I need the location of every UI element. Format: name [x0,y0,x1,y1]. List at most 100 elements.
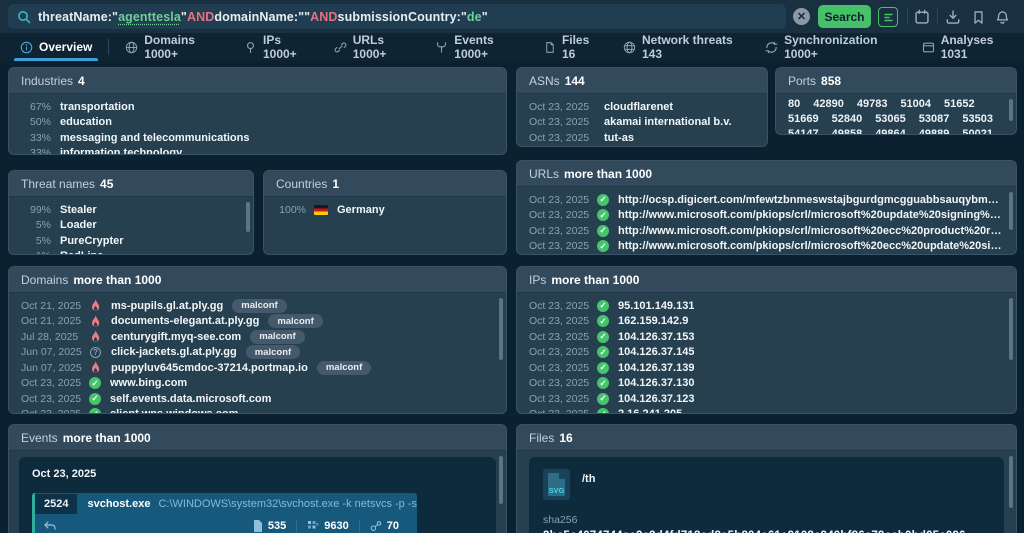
port-value[interactable]: 51669 [788,113,819,125]
scrollbar[interactable] [499,298,503,360]
ioc-row[interactable]: Jul 28, 2025 centurygift.myq-see.com mal… [9,329,506,345]
port-value[interactable]: 49889 [919,128,950,135]
item-date: Oct 23, 2025 [529,116,595,128]
port-value[interactable]: 53087 [919,113,950,125]
files-counter[interactable]: 535 [243,520,296,532]
ports-card: Ports858 80 42890 49783 51004 51652 5166… [775,67,1017,135]
ports-list: 80 42890 49783 51004 51652 51669 52840 5… [776,94,1016,135]
process-row[interactable]: 2524 svchost.exe C:\WINDOWS\system32\svc… [32,493,417,533]
tab-ips[interactable]: IPs 1000+ [232,33,322,61]
query-token: domainName:"" [214,10,310,24]
list-item[interactable]: 33% messaging and telecommunications [9,130,506,146]
port-value[interactable]: 50021 [962,128,993,135]
port-value[interactable]: 49864 [875,128,906,135]
query-history-icon[interactable] [878,7,898,27]
port-value[interactable]: 52840 [832,113,863,125]
ioc-row[interactable]: Oct 23, 2025 ✓ http://www.microsoft.com/… [517,208,1016,224]
list-item[interactable]: 33% information technology [9,146,506,156]
ioc-row[interactable]: Jun 07, 2025 ? click-jackets.gl.at.ply.g… [9,345,506,361]
port-value[interactable]: 42890 [813,98,844,110]
threat-names-card-header: Threat names45 [9,171,253,197]
list-item[interactable]: 5% PureCrypter [9,233,253,249]
tab-analyses[interactable]: Analyses 1031 [910,33,1024,61]
bell-icon[interactable] [993,8,1011,26]
ioc-row[interactable]: Oct 23, 2025 ✓ self.events.data.microsof… [9,391,506,407]
tab-events[interactable]: Events 1000+ [423,33,532,61]
port-value[interactable]: 51004 [900,98,931,110]
ioc-row[interactable]: Oct 23, 2025 ✓ http://www.microsoft.com/… [517,239,1016,255]
list-item[interactable]: Oct 23, 2025 akamai international b.v. [517,115,767,131]
scrollbar[interactable] [1009,456,1013,508]
ioc-row[interactable]: Oct 23, 2025 ✓ 162.159.142.9 [517,314,1016,330]
scrollbar[interactable] [1009,298,1013,360]
file-item[interactable]: SVG /th sha256 2bc5c4074744ac3c2d4fd718e… [529,457,1004,533]
tab-synchronization[interactable]: Synchronization 1000+ [753,33,910,61]
port-value[interactable]: 80 [788,98,800,110]
domains-list: Oct 21, 2025 ms-pupils.gl.at.ply.gg malc… [9,293,506,414]
search-input[interactable]: threatName:" agenttesla " AND domainName… [8,4,786,29]
port-value[interactable]: 53065 [875,113,906,125]
ioc-row[interactable]: Oct 23, 2025 ✓ client.wns.windows.com [9,407,506,415]
ioc-row[interactable]: Oct 23, 2025 ✓ 104.126.37.130 [517,376,1016,392]
connections-counter[interactable]: 70 [359,520,409,532]
port-value[interactable]: 53503 [962,113,993,125]
list-item[interactable]: 100% Germany [264,202,506,218]
download-icon[interactable] [944,8,962,26]
ioc-row[interactable]: Oct 23, 2025 ✓ http://ocsp.digicert.com/… [517,192,1016,208]
tab-files[interactable]: Files 16 [532,33,611,61]
list-item[interactable]: 5% Loader [9,218,253,234]
tab-domains[interactable]: Domains 1000+ [113,33,232,61]
bookmark-icon[interactable] [969,8,987,26]
toolbar-divider [937,8,938,25]
list-item[interactable]: 99% Stealer [9,202,253,218]
file-icon [253,520,263,532]
list-item[interactable]: 50% education [9,115,506,131]
ioc-row[interactable]: Oct 21, 2025 documents-elegant.at.ply.gg… [9,314,506,330]
ioc-row[interactable]: Oct 23, 2025 ✓ 104.126.37.139 [517,360,1016,376]
ioc-row[interactable]: Oct 21, 2025 ms-pupils.gl.at.ply.gg malc… [9,298,506,314]
events-card-header: Eventsmore than 1000 [9,425,506,451]
list-item[interactable]: Oct 23, 2025 cloudflarenet [517,99,767,115]
ioc-row[interactable]: Oct 23, 2025 ✓ 2.16.241.205 [517,407,1016,415]
industries-card-header: Industries4 [9,68,506,94]
port-value[interactable]: 49783 [857,98,888,110]
port-value[interactable]: 49858 [832,128,863,135]
clear-search-button[interactable]: ✕ [793,8,810,25]
tab-overview[interactable]: Overview [8,33,104,61]
registry-counter[interactable]: 9630 [296,520,358,532]
scrollbar[interactable] [1009,192,1013,230]
list-item[interactable]: Oct 23, 2025 tut-as [517,130,767,146]
calendar-icon[interactable] [913,8,931,26]
port-value[interactable]: 54147 [788,128,819,135]
ioc-value: http://www.microsoft.com/pkiops/crl/micr… [618,209,1004,221]
item-date: Oct 23, 2025 [529,300,595,312]
search-button[interactable]: Search [818,5,871,28]
ioc-row[interactable]: Oct 23, 2025 ✓ 104.126.37.153 [517,329,1016,345]
ips-card-header: IPsmore than 1000 [517,267,1016,293]
scrollbar[interactable] [246,202,250,232]
ioc-row[interactable]: Jun 07, 2025 puppyluv645cmdoc-37214.port… [9,360,506,376]
tab-urls[interactable]: URLs 1000+ [322,33,424,61]
ioc-row[interactable]: Oct 23, 2025 ✓ 95.101.149.131 [517,298,1016,314]
tab-network-threats[interactable]: Network threats 143 [611,33,753,61]
scrollbar[interactable] [499,456,503,504]
list-item[interactable]: 1% RedLine [9,249,253,256]
port-value[interactable]: 51652 [944,98,975,110]
ioc-row[interactable]: Oct 23, 2025 ✓ http://www.microsoft.com/… [517,223,1016,239]
ioc-value: 104.126.37.139 [618,362,694,374]
ioc-value: documents-elegant.at.ply.gg [111,315,259,327]
item-label: tut-as [604,132,634,144]
ioc-row[interactable]: Oct 23, 2025 ✓ 104.126.37.145 [517,345,1016,361]
tab-bar: Overview Domains 1000+ IPs 1000+ URLs 10… [0,33,1024,61]
ioc-row[interactable]: Oct 23, 2025 ✓ http://ip-api.com/line/?f… [517,254,1016,255]
percent-value: 5% [21,219,51,231]
domains-card: Domainsmore than 1000 Oct 21, 2025 ms-pu… [8,266,507,414]
list-item[interactable]: 67% transportation [9,99,506,115]
item-date: Oct 23, 2025 [529,209,595,221]
return-arrow-icon[interactable] [43,520,57,532]
tab-label: IPs 1000+ [263,33,310,61]
list-item[interactable]: Oct 23, 2025 akamai-as [517,146,767,148]
scrollbar[interactable] [1009,99,1013,121]
ioc-row[interactable]: Oct 23, 2025 ✓ www.bing.com [9,376,506,392]
ioc-row[interactable]: Oct 23, 2025 ✓ 104.126.37.123 [517,391,1016,407]
